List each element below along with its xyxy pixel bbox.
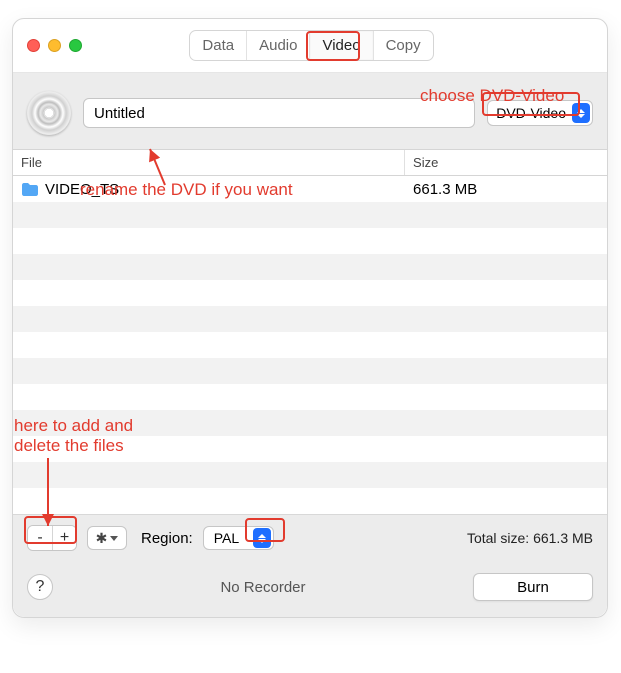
add-remove-group: - + <box>27 525 77 551</box>
close-window-button[interactable] <box>27 39 40 52</box>
burn-button[interactable]: Burn <box>473 573 593 601</box>
table-row-empty <box>13 358 607 384</box>
file-list: VIDEO_TS 661.3 MB <box>13 176 607 514</box>
tab-copy[interactable]: Copy <box>373 31 433 60</box>
total-size-label: Total size: 661.3 MB <box>467 530 593 546</box>
tab-audio[interactable]: Audio <box>246 31 309 60</box>
app-window: Data Audio Video Copy DVD-Video File Siz… <box>12 18 608 618</box>
table-row-empty <box>13 436 607 462</box>
table-row[interactable]: VIDEO_TS 661.3 MB <box>13 176 607 202</box>
column-file[interactable]: File <box>13 150 405 175</box>
select-arrows-icon <box>572 103 590 123</box>
add-button[interactable]: + <box>52 526 76 550</box>
titlebar: Data Audio Video Copy <box>13 19 607 73</box>
tab-data[interactable]: Data <box>190 31 246 60</box>
chevron-down-icon <box>110 536 118 541</box>
gear-icon: ✱ <box>96 530 108 547</box>
mode-segmented-control: Data Audio Video Copy <box>189 30 433 61</box>
remove-button[interactable]: - <box>28 526 52 550</box>
file-size: 661.3 MB <box>405 181 607 198</box>
tab-video[interactable]: Video <box>309 31 372 60</box>
table-row-empty <box>13 410 607 436</box>
disc-info-panel: DVD-Video <box>13 73 607 149</box>
region-value: PAL <box>214 530 239 546</box>
disc-type-select[interactable]: DVD-Video <box>487 100 593 126</box>
recorder-status: No Recorder <box>65 579 461 596</box>
zoom-window-button[interactable] <box>69 39 82 52</box>
file-cell: VIDEO_TS <box>13 181 405 198</box>
table-row-empty <box>13 228 607 254</box>
table-row-empty <box>13 280 607 306</box>
region-label: Region: <box>141 530 193 547</box>
table-header: File Size <box>13 149 607 176</box>
region-select[interactable]: PAL <box>203 526 274 550</box>
column-size[interactable]: Size <box>405 150 607 175</box>
folder-icon <box>21 182 39 196</box>
table-row-empty <box>13 488 607 514</box>
disc-type-value: DVD-Video <box>496 105 566 121</box>
table-row-empty <box>13 462 607 488</box>
actions-menu-button[interactable]: ✱ <box>87 526 127 550</box>
table-row-empty <box>13 384 607 410</box>
help-button[interactable]: ? <box>27 574 53 600</box>
disc-name-input[interactable] <box>83 98 475 128</box>
select-arrows-icon <box>253 528 271 548</box>
file-name: VIDEO_TS <box>45 181 119 198</box>
footer: ? No Recorder Burn <box>13 561 607 617</box>
disc-icon <box>27 91 71 135</box>
window-controls <box>27 39 82 52</box>
table-row-empty <box>13 202 607 228</box>
table-row-empty <box>13 306 607 332</box>
toolbar: - + ✱ Region: PAL Total size: 661.3 MB <box>13 514 607 561</box>
table-row-empty <box>13 332 607 358</box>
minimize-window-button[interactable] <box>48 39 61 52</box>
table-row-empty <box>13 254 607 280</box>
